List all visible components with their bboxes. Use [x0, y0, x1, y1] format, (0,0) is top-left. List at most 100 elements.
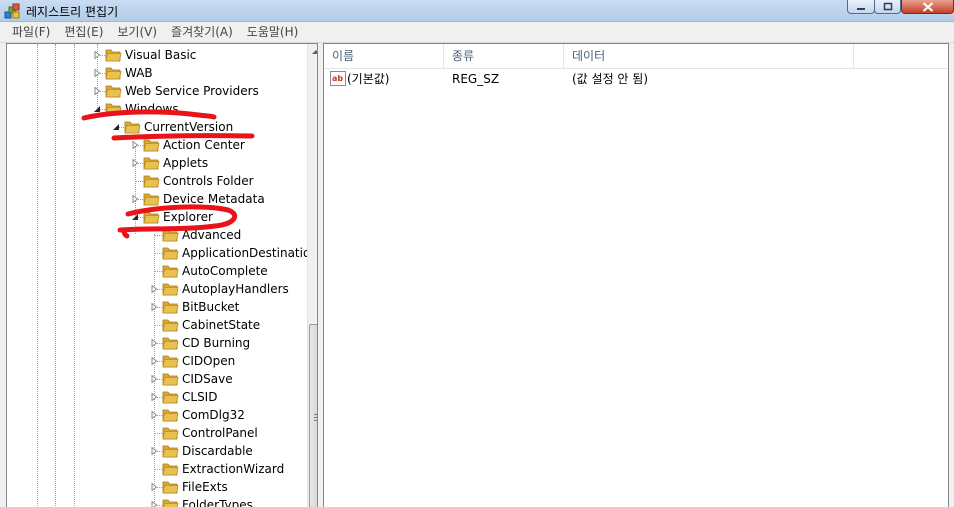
- tree-node[interactable]: Device Metadata: [7, 190, 307, 208]
- window-title: 레지스트리 편집기: [26, 5, 119, 19]
- maximize-button[interactable]: [874, 0, 901, 14]
- collapsed-triangle-icon[interactable]: [150, 411, 158, 419]
- collapsed-triangle-icon[interactable]: [131, 141, 139, 149]
- column-header-type[interactable]: 종류: [444, 44, 564, 69]
- collapsed-triangle-icon[interactable]: [150, 393, 158, 401]
- folder-icon: [162, 301, 179, 314]
- tree-node[interactable]: CLSID: [7, 388, 307, 406]
- close-icon: [922, 2, 933, 12]
- tree-node-label: FileExts: [182, 480, 228, 494]
- folder-icon: [162, 355, 179, 368]
- minimize-button[interactable]: [847, 0, 875, 14]
- collapsed-triangle-icon[interactable]: [150, 447, 158, 455]
- expanded-triangle-icon[interactable]: [131, 213, 139, 221]
- menu-view[interactable]: 보기(V): [110, 23, 164, 42]
- svg-text:ab: ab: [332, 74, 343, 83]
- tree-vertical-scrollbar[interactable]: [307, 44, 318, 507]
- tree-node[interactable]: Action Center: [7, 136, 307, 154]
- collapsed-triangle-icon[interactable]: [93, 69, 101, 77]
- scroll-up-arrow-icon[interactable]: [308, 44, 318, 60]
- title-bar: 레지스트리 편집기: [0, 0, 954, 22]
- collapsed-triangle-icon[interactable]: [150, 303, 158, 311]
- collapsed-triangle-icon[interactable]: [150, 375, 158, 383]
- collapsed-triangle-icon[interactable]: [131, 159, 139, 167]
- tree-node[interactable]: WAB: [7, 64, 307, 82]
- tree-node[interactable]: Applets: [7, 154, 307, 172]
- registry-values-list[interactable]: 이름 종류 데이터 ab (기본값) REG_SZ (값 설정 안 됨): [323, 43, 949, 507]
- tree-node-label: FolderTypes: [182, 498, 253, 507]
- tree-node[interactable]: CD Burning: [7, 334, 307, 352]
- tree-node-label: Applets: [163, 156, 209, 170]
- tree-node[interactable]: FolderTypes: [7, 496, 307, 507]
- tree-node[interactable]: ExtractionWizard: [7, 460, 307, 478]
- menu-file[interactable]: 파일(F): [5, 23, 57, 42]
- tree-node[interactable]: Explorer: [7, 208, 307, 226]
- registry-key-tree[interactable]: Visual Basic WAB Web Service Providers Wind…: [6, 43, 318, 507]
- tree-node-label: CLSID: [182, 390, 218, 404]
- tree-node[interactable]: ApplicationDestinations: [7, 244, 317, 262]
- collapsed-triangle-icon[interactable]: [150, 285, 158, 293]
- tree-node-label: ComDlg32: [182, 408, 245, 422]
- close-button[interactable]: [901, 0, 954, 14]
- tree-node-label: WAB: [125, 66, 153, 80]
- tree-node[interactable]: FileExts: [7, 478, 307, 496]
- tree-node[interactable]: ControlPanel: [7, 424, 307, 442]
- tree-node[interactable]: AutoComplete: [7, 262, 307, 280]
- tree-node-label: Action Center: [163, 138, 245, 152]
- list-header: 이름 종류 데이터: [324, 44, 948, 69]
- collapsed-triangle-icon[interactable]: [93, 87, 101, 95]
- collapsed-triangle-icon[interactable]: [150, 483, 158, 491]
- menu-edit[interactable]: 편집(E): [57, 23, 110, 42]
- tree-node-label: Controls Folder: [163, 174, 254, 188]
- expanded-triangle-icon[interactable]: [93, 105, 101, 113]
- folder-icon: [162, 499, 179, 507]
- minimize-icon: [857, 8, 865, 10]
- collapsed-triangle-icon[interactable]: [150, 339, 158, 347]
- tree-node-label: CIDOpen: [182, 354, 236, 368]
- scrollbar-thumb[interactable]: [309, 324, 317, 507]
- tree-node[interactable]: Advanced: [7, 226, 307, 244]
- tree-node-label: ApplicationDestinations: [182, 246, 318, 260]
- tree-node-label: Visual Basic: [125, 48, 197, 62]
- tree-node[interactable]: CabinetState: [7, 316, 307, 334]
- menu-help[interactable]: 도움말(H): [240, 23, 306, 42]
- folder-icon: [162, 481, 179, 494]
- expanded-triangle-icon[interactable]: [112, 123, 120, 131]
- tree-node[interactable]: CurrentVersion: [7, 118, 307, 136]
- column-header-data[interactable]: 데이터: [564, 44, 854, 69]
- tree-node[interactable]: Discardable: [7, 442, 307, 460]
- collapsed-triangle-icon[interactable]: [150, 501, 158, 507]
- collapsed-triangle-icon[interactable]: [131, 195, 139, 203]
- tree-node[interactable]: AutoplayHandlers: [7, 280, 307, 298]
- folder-icon: [105, 49, 122, 62]
- tree-node[interactable]: Web Service Providers: [7, 82, 307, 100]
- collapsed-triangle-icon[interactable]: [93, 51, 101, 59]
- tree-node[interactable]: Windows: [7, 100, 307, 118]
- collapsed-triangle-icon[interactable]: [150, 357, 158, 365]
- folder-icon: [124, 121, 141, 134]
- menu-favorites[interactable]: 즐겨찾기(A): [164, 23, 240, 42]
- tree-node-label: Advanced: [182, 228, 242, 242]
- tree-node[interactable]: ComDlg32: [7, 406, 307, 424]
- tree-node-label: AutoComplete: [182, 264, 268, 278]
- folder-icon: [162, 445, 179, 458]
- tree-node-label: Windows: [125, 102, 179, 116]
- tree-node[interactable]: Visual Basic: [7, 46, 307, 64]
- tree-node[interactable]: BitBucket: [7, 298, 307, 316]
- tree-node[interactable]: CIDSave: [7, 370, 307, 388]
- value-type: REG_SZ: [452, 72, 500, 86]
- tree-node[interactable]: Controls Folder: [7, 172, 307, 190]
- tree-node-label: Discardable: [182, 444, 253, 458]
- folder-icon: [162, 373, 179, 386]
- tree-node[interactable]: CIDOpen: [7, 352, 307, 370]
- folder-icon: [162, 283, 179, 296]
- folder-icon: [143, 175, 160, 188]
- tree-node-label: BitBucket: [182, 300, 240, 314]
- column-header-name[interactable]: 이름: [324, 44, 444, 69]
- list-item[interactable]: ab (기본값) REG_SZ (값 설정 안 됨): [324, 70, 948, 88]
- tree-node-label: ExtractionWizard: [182, 462, 285, 476]
- menu-bar: 파일(F) 편집(E) 보기(V) 즐겨찾기(A) 도움말(H): [0, 22, 954, 43]
- tree-node-label: CabinetState: [182, 318, 261, 332]
- registry-editor-icon: [4, 3, 20, 19]
- value-data: (값 설정 안 됨): [572, 72, 649, 86]
